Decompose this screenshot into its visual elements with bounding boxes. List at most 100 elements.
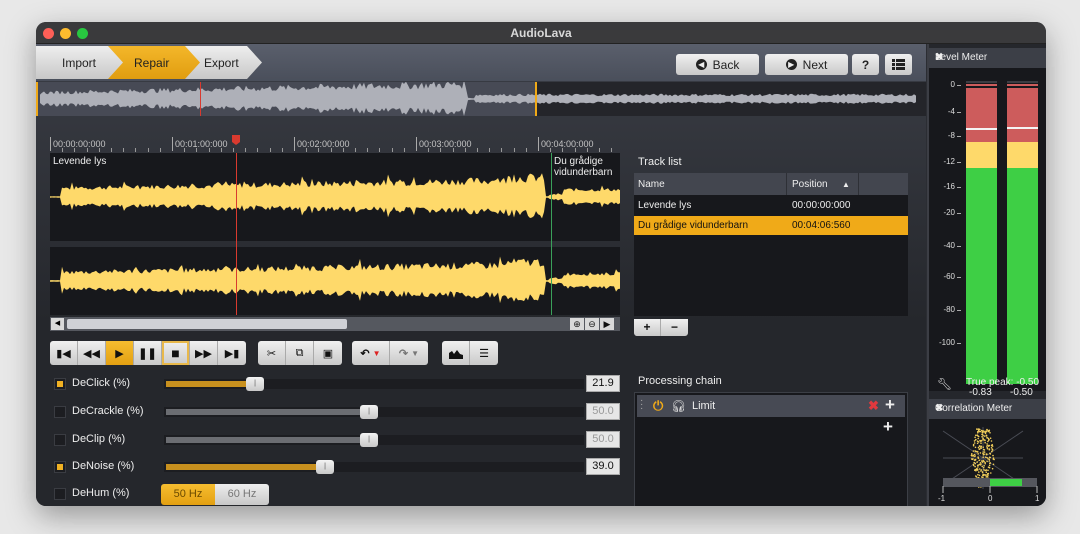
next-button[interactable]: ▶ Next [765, 54, 848, 75]
goniometer-dot [986, 443, 988, 445]
processing-chain-list: · · · ⏻ 🎧︎ Limit ✖ + + [634, 392, 908, 506]
timeline-ruler[interactable]: 00:00:00:000 00:01:00:000 00:02:00:000 0… [50, 135, 620, 153]
dehum-60hz-option[interactable]: 60 Hz [215, 484, 269, 505]
redo-dropdown-icon[interactable]: ▼ [411, 349, 419, 358]
left-peak-marker [966, 128, 997, 130]
close-level-meter-icon[interactable]: ✖ [935, 52, 1043, 63]
cut-button[interactable]: ✂ [258, 341, 286, 365]
right-peak-hold [1007, 81, 1038, 83]
zoom-in-button[interactable]: ⊕ [570, 318, 584, 330]
playhead-handle[interactable] [232, 135, 240, 145]
undo-button[interactable]: ↶ ▼ [352, 341, 390, 365]
declip-slider-fill [166, 437, 364, 443]
declick-value[interactable]: 21.9 [586, 375, 620, 392]
rewind-button[interactable]: ◀◀ [78, 341, 106, 365]
power-icon[interactable]: ⏻ [653, 398, 663, 414]
filter-denoise: DeNoise (%) | 39.0 [54, 457, 624, 477]
declick-checkbox[interactable] [54, 378, 66, 390]
zoom-out-button[interactable]: ⊖ [585, 318, 599, 330]
decrackle-slider-thumb[interactable]: | [360, 405, 378, 419]
column-divider [858, 173, 859, 195]
menu-button[interactable] [885, 54, 912, 75]
right-peak-line [1007, 84, 1038, 86]
decrackle-checkbox[interactable] [54, 406, 66, 418]
declip-value[interactable]: 50.0 [586, 431, 620, 448]
skip-to-start-button[interactable]: ▮◀ [50, 341, 78, 365]
tick-minor [147, 148, 149, 152]
close-correlation-meter-icon[interactable]: ✖ [935, 403, 1043, 414]
declick-slider-thumb[interactable]: | [246, 377, 264, 391]
overview-selection-start[interactable] [36, 82, 38, 116]
headphones-icon[interactable]: 🎧︎ [671, 399, 686, 413]
denoise-slider-thumb[interactable]: | [316, 460, 334, 474]
dehum-50hz-option[interactable]: 50 Hz [161, 484, 215, 505]
add-effect-after-icon[interactable]: + [885, 395, 895, 415]
drag-handle-icon[interactable]: · · · [640, 396, 643, 414]
pause-button[interactable]: ❚❚ [134, 341, 162, 365]
list-view-button[interactable]: ☰ [470, 341, 498, 365]
spectrum-view-button[interactable] [442, 341, 470, 365]
right-meter-green [1007, 168, 1038, 384]
goniometer-dot [981, 436, 983, 438]
tick-minor [599, 148, 600, 152]
overview-waveform[interactable] [36, 82, 926, 116]
play-button[interactable]: ▶ [106, 341, 134, 365]
tick-minor [611, 148, 613, 152]
tick-label: 00:00:00:000 [53, 139, 106, 149]
declip-slider-thumb[interactable]: | [360, 433, 378, 447]
scrollbar-thumb[interactable] [67, 319, 347, 329]
declip-slider[interactable]: | [164, 433, 584, 447]
back-button[interactable]: ◀ Back [676, 54, 759, 75]
goniometer-dot [990, 440, 993, 442]
level-meter: 0 -4 -8 -12 -16 -20 -40 -60 -80 -100 -0.83 -0.50 [929, 68, 1046, 398]
scroll-right-button[interactable]: ▶ [600, 318, 614, 330]
declick-slider[interactable]: | [164, 377, 584, 391]
redo-button[interactable]: ↷ ▼ [390, 341, 428, 365]
goniometer-dot [982, 446, 984, 448]
waveform-channel-left[interactable]: Levende lys Du grådige vidunderbarn [50, 153, 620, 241]
goniometer-dot [976, 440, 979, 442]
goniometer-dot [977, 446, 980, 449]
copy-button[interactable]: ⧉ [286, 341, 314, 365]
goniometer-dot [980, 460, 983, 462]
column-header-name[interactable]: Name [638, 179, 665, 190]
goniometer-dot [975, 434, 977, 437]
denoise-value[interactable]: 39.0 [586, 458, 620, 475]
add-track-button[interactable]: + [634, 319, 661, 336]
decrackle-slider-fill [166, 409, 364, 415]
paste-button[interactable]: ▣ [314, 341, 342, 365]
goniometer-dot [988, 456, 991, 459]
stop-icon: ■ [171, 345, 180, 361]
tracklist-row[interactable]: Levende lys 00:00:00:000 [634, 196, 908, 215]
dehum-checkbox[interactable] [54, 488, 66, 500]
add-effect-icon[interactable]: + [883, 417, 893, 437]
declip-checkbox[interactable] [54, 434, 66, 446]
decrackle-value[interactable]: 50.0 [586, 403, 620, 420]
denoise-slider[interactable]: | [164, 460, 584, 474]
horizontal-scrollbar[interactable]: ◀ ⊕ ⊖ ▶ [50, 317, 620, 331]
tracklist-row-selected[interactable]: Du grådige vidunderbarn 00:04:06:560 [634, 216, 908, 235]
overview-selection-end[interactable] [535, 82, 537, 116]
remove-track-button[interactable]: − [661, 319, 688, 336]
denoise-checkbox[interactable] [54, 461, 66, 473]
history-controls: ↶ ▼ ↷ ▼ [352, 341, 428, 365]
undo-dropdown-icon[interactable]: ▼ [373, 349, 381, 358]
meter-scale-tick [957, 310, 961, 311]
goniometer-dot [981, 433, 983, 436]
goniometer-dot [985, 456, 987, 459]
wrench-icon[interactable]: 🔧︎ [937, 377, 952, 391]
waveform-channel-right[interactable] [50, 247, 620, 315]
back-label: Back [712, 57, 740, 72]
scroll-left-button[interactable]: ◀ [51, 318, 64, 330]
edit-controls: ✂ ⧉ ▣ [258, 341, 342, 365]
meter-scale-label: -8 [947, 131, 955, 140]
skip-to-end-button[interactable]: ▶▮ [218, 341, 246, 365]
stop-button[interactable]: ■ [162, 341, 190, 365]
remove-effect-icon[interactable]: ✖ [868, 398, 879, 414]
column-header-position[interactable]: Position [792, 179, 828, 190]
decrackle-slider[interactable]: | [164, 405, 584, 419]
help-button[interactable]: ? [852, 54, 879, 75]
goniometer-dot [983, 451, 986, 453]
fast-forward-button[interactable]: ▶▶ [190, 341, 218, 365]
chain-item-limit[interactable]: · · · ⏻ 🎧︎ Limit ✖ + [637, 395, 905, 417]
